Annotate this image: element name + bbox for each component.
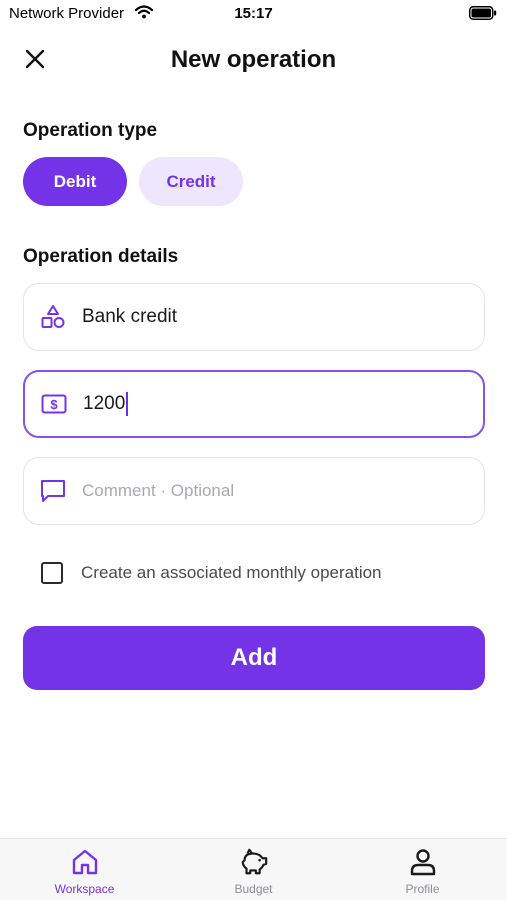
operation-details-heading: Operation details (23, 246, 179, 267)
add-button[interactable]: Add (23, 626, 485, 690)
monthly-operation-row[interactable]: Create an associated monthly operation (41, 561, 382, 585)
operation-type-heading: Operation type (23, 120, 158, 141)
monthly-operation-label: Create an associated monthly operation (81, 563, 382, 582)
comment-icon (40, 478, 66, 504)
text-caret (126, 392, 129, 416)
status-time: 15:17 (234, 5, 273, 22)
amount-value: 1200 (83, 393, 126, 415)
tab-profile[interactable]: Profile (338, 839, 507, 900)
home-icon (70, 847, 100, 877)
battery-icon (469, 6, 497, 20)
tab-budget[interactable]: Budget (169, 839, 338, 900)
comment-field[interactable]: Comment · Optional (23, 457, 485, 525)
comment-placeholder: Comment · Optional (82, 481, 235, 500)
operation-name-field[interactable]: Bank credit (23, 283, 485, 351)
svg-text:$: $ (50, 397, 58, 412)
tab-bar: Workspace Budget Profile (0, 838, 507, 900)
amount-field[interactable]: $ 1200 (23, 370, 485, 438)
tab-budget-label: Budget (234, 882, 273, 896)
piggy-bank-icon (239, 847, 269, 877)
tab-workspace-label: Workspace (54, 882, 115, 896)
operation-name-value: Bank credit (82, 306, 178, 327)
debit-option-button[interactable]: Debit (23, 157, 127, 206)
status-bar: Network Provider 15:17 (0, 0, 507, 28)
person-icon (408, 847, 438, 877)
tab-workspace[interactable]: Workspace (0, 839, 169, 900)
header: New operation (0, 38, 507, 82)
credit-option-button[interactable]: Credit (139, 157, 243, 206)
dollar-bill-icon: $ (41, 391, 67, 417)
shapes-icon (40, 304, 66, 330)
monthly-operation-checkbox[interactable] (41, 562, 63, 584)
amount-value-wrap: 1200 (83, 392, 129, 416)
page-title: New operation (170, 46, 337, 73)
tab-profile-label: Profile (405, 882, 440, 896)
